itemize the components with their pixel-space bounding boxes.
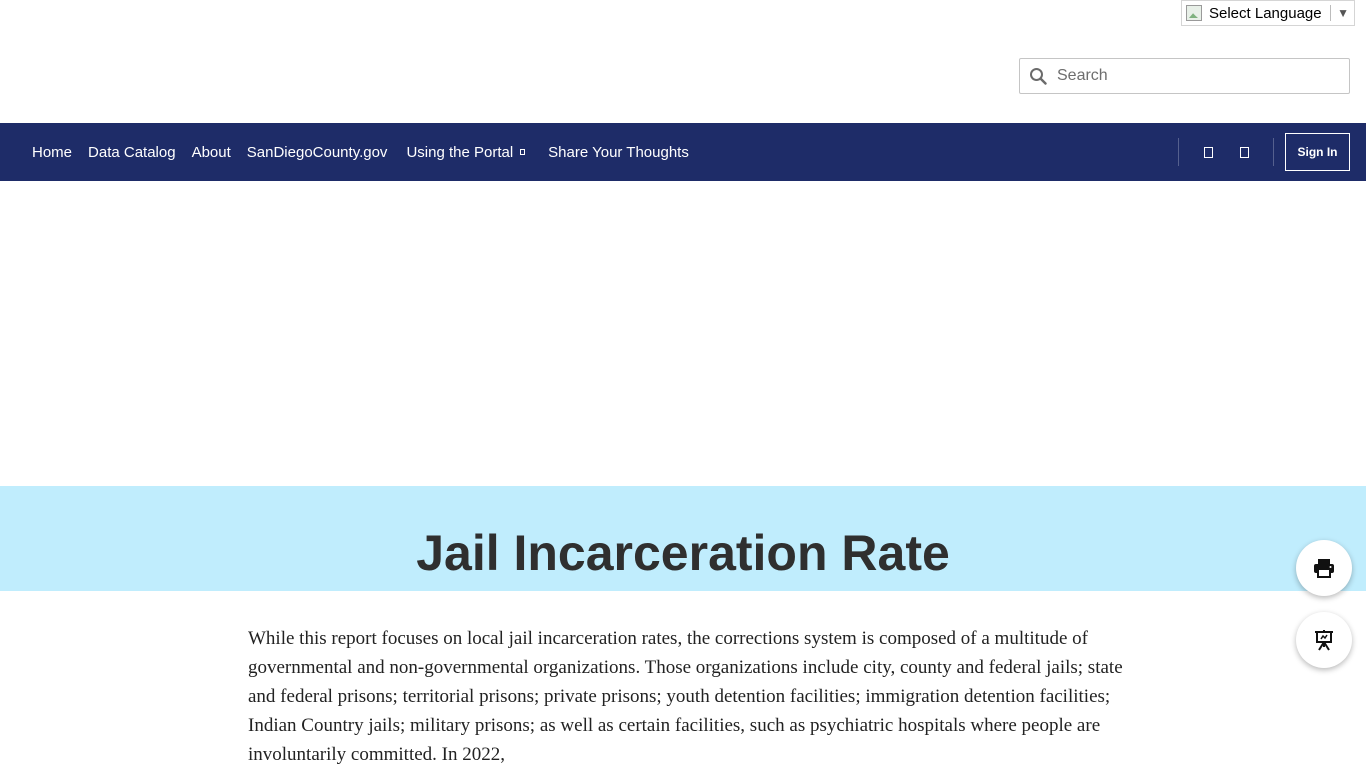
language-selector-label: Select Language	[1209, 4, 1322, 22]
presentation-button[interactable]	[1296, 612, 1352, 668]
nav-actions: Sign In	[1178, 123, 1350, 181]
presentation-icon	[1315, 630, 1333, 651]
nav-divider	[1178, 138, 1179, 166]
placeholder-square-icon	[1203, 146, 1213, 158]
article-body: While this report focuses on local jail …	[248, 624, 1128, 769]
dropdown-caret-icon	[520, 149, 526, 155]
placeholder-square-icon	[1239, 146, 1249, 158]
sign-in-button[interactable]: Sign In	[1285, 133, 1350, 171]
language-selector[interactable]: Select Language ▼	[1181, 0, 1355, 26]
search-icon	[1030, 68, 1047, 85]
language-selector-divider	[1330, 5, 1332, 21]
print-icon	[1314, 559, 1334, 578]
nav-links: Home Data Catalog About SanDiegoCounty.g…	[24, 144, 697, 161]
nav-icon-button-1[interactable]	[1190, 134, 1226, 170]
nav-share-your-thoughts[interactable]: Share Your Thoughts	[537, 144, 697, 161]
nav-about[interactable]: About	[184, 144, 239, 161]
nav-data-catalog[interactable]: Data Catalog	[80, 144, 184, 161]
hero-banner: Jail Incarceration Rate	[0, 486, 1366, 591]
nav-icon-button-2[interactable]	[1226, 134, 1262, 170]
chevron-down-icon[interactable]: ▼	[1337, 6, 1349, 20]
nav-sandiegocounty[interactable]: SanDiegoCounty.gov	[239, 144, 396, 161]
nav-using-the-portal-label: Using the Portal	[406, 143, 514, 161]
search-box[interactable]	[1019, 58, 1350, 94]
main-navigation: Home Data Catalog About SanDiegoCounty.g…	[0, 123, 1366, 181]
nav-home[interactable]: Home	[24, 144, 80, 161]
language-flag-icon	[1186, 5, 1202, 21]
nav-using-the-portal[interactable]: Using the Portal	[395, 144, 537, 161]
article-paragraph: While this report focuses on local jail …	[248, 628, 1123, 765]
nav-divider	[1273, 138, 1274, 166]
print-button[interactable]	[1296, 540, 1352, 596]
search-input[interactable]	[1055, 66, 1349, 86]
page-title: Jail Incarceration Rate	[416, 525, 950, 581]
